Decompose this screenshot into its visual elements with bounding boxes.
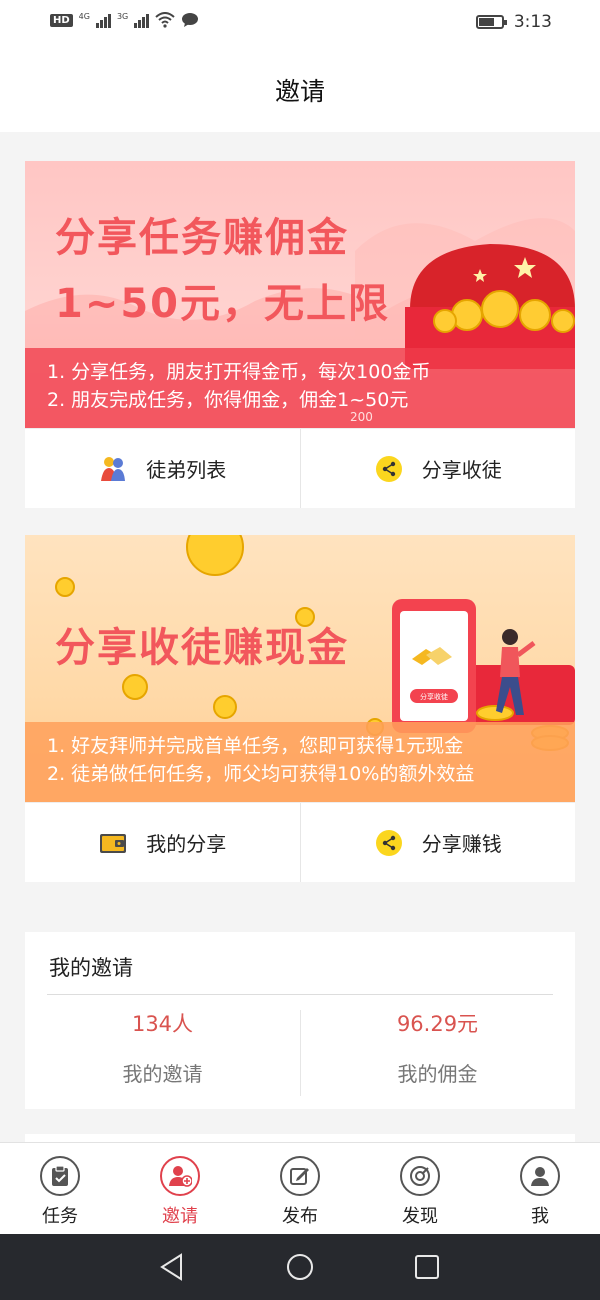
page-header: 邀请 — [0, 46, 600, 132]
tab-publish[interactable]: 发布 — [240, 1143, 360, 1234]
banner1-title-line1: 分享任务赚佣金 — [55, 215, 349, 261]
wifi-icon — [155, 12, 175, 28]
card2-actions: 我的分享 分享赚钱 — [25, 802, 575, 882]
back-button[interactable] — [157, 1252, 187, 1282]
share-recruit-label: 分享收徒 — [421, 458, 502, 482]
home-button[interactable] — [285, 1252, 315, 1282]
signal-icon — [95, 12, 111, 28]
disciple-list-button[interactable]: 徒弟列表 — [25, 429, 300, 508]
share-icon — [374, 454, 404, 484]
compass-icon — [400, 1156, 440, 1196]
my-invites-title: 我的邀请 — [49, 956, 133, 980]
my-shares-label: 我的分享 — [146, 832, 227, 856]
invite-count-value: 134人 — [131, 1012, 194, 1036]
banner2-rules: 1. 好友拜师并完成首单任务，您即可获得1元现金 2. 徒弟做任何任务，师父均可… — [25, 722, 575, 802]
user-icon — [520, 1156, 560, 1196]
status-right: 3:13 — [475, 12, 552, 32]
bottom-tab-bar: 任务 邀请 发布 发现 我 — [0, 1142, 600, 1234]
tab-tasks[interactable]: 任务 — [0, 1143, 120, 1234]
tab-invite-label: 邀请 — [162, 1206, 198, 1227]
network-type-1: 4G — [78, 12, 90, 21]
divider — [47, 994, 553, 995]
banner1-title-line2: 1~50元，无上限 — [55, 281, 391, 327]
clock: 3:13 — [513, 12, 552, 32]
status-left: HD 4G 3G — [50, 12, 199, 28]
tab-publish-label: 发布 — [282, 1206, 318, 1227]
share-recruit-button[interactable]: 分享收徒 — [299, 429, 576, 508]
commission-label: 我的佣金 — [397, 1062, 478, 1086]
invite-count-stat[interactable]: 134人 我的邀请 — [25, 996, 300, 1108]
battery-icon — [475, 15, 507, 29]
banner2-title: 分享收徒赚现金 — [55, 625, 349, 671]
recruit-cash-banner[interactable]: 分享收徒赚现金 分享收徒 1. 好友拜师并完成首单任务，您即可获得1元现金 2.… — [25, 535, 575, 802]
home-icon — [287, 1254, 313, 1280]
back-icon — [160, 1253, 182, 1281]
network-type-2: 3G — [116, 12, 129, 21]
share-task-card: 分享任务赚佣金 1~50元，无上限 1. 分享任务，朋友打开得金币，每次100金… — [25, 161, 575, 508]
invite-count-label: 我的邀请 — [122, 1062, 203, 1086]
card1-actions: 徒弟列表 分享收徒 — [25, 428, 575, 508]
hd-badge: HD — [50, 13, 73, 27]
disciples-icon — [98, 454, 128, 484]
recruit-cash-card: 分享收徒赚现金 分享收徒 1. 好友拜师并完成首单任务，您即可获得1元现金 2.… — [25, 535, 575, 882]
my-shares-button[interactable]: 我的分享 — [25, 803, 300, 882]
banner1-rules: 1. 分享任务，朋友打开得金币，每次100金币 2. 朋友完成任务，你得佣金，佣… — [25, 348, 575, 428]
banner1-rule-2: 2. 朋友完成任务，你得佣金，佣金1~50元 — [47, 389, 409, 411]
banner2-rule-1: 1. 好友拜师并完成首单任务，您即可获得1元现金 — [47, 735, 464, 757]
share-earn-label: 分享赚钱 — [421, 832, 502, 856]
commission-stat[interactable]: 96.29元 我的佣金 — [300, 996, 575, 1108]
tab-me[interactable]: 我 — [480, 1143, 600, 1234]
tab-me-label: 我 — [531, 1206, 549, 1227]
recents-icon — [415, 1255, 439, 1279]
share-task-banner[interactable]: 分享任务赚佣金 1~50元，无上限 1. 分享任务，朋友打开得金币，每次100金… — [25, 161, 575, 428]
wallet-icon — [98, 828, 128, 858]
edit-icon — [280, 1156, 320, 1196]
system-navigation-bar — [0, 1234, 600, 1300]
my-invites-card: 我的邀请 134人 我的邀请 96.29元 我的佣金 — [25, 932, 575, 1109]
disciple-list-label: 徒弟列表 — [146, 458, 227, 482]
share-icon — [374, 828, 404, 858]
coin-label: 200 — [350, 410, 373, 424]
status-bar: HD 4G 3G 3:13 — [0, 0, 600, 46]
tab-invite[interactable]: 邀请 — [120, 1143, 240, 1234]
add-user-icon — [160, 1156, 200, 1196]
recents-button[interactable] — [412, 1252, 442, 1282]
tab-tasks-label: 任务 — [42, 1206, 78, 1227]
phone-label: 分享收徒 — [420, 692, 448, 701]
page-title: 邀请 — [274, 77, 325, 106]
tab-discover[interactable]: 发现 — [360, 1143, 480, 1234]
banner1-rule-1: 1. 分享任务，朋友打开得金币，每次100金币 — [47, 361, 431, 383]
message-icon — [182, 13, 199, 27]
banner2-rule-2: 2. 徒弟做任何任务，师父均可获得10%的额外效益 — [47, 763, 475, 785]
phone-illustration-icon: 分享收徒 — [392, 599, 476, 733]
clipboard-icon — [40, 1156, 80, 1196]
commission-value: 96.29元 — [396, 1012, 479, 1036]
signal-icon-2 — [134, 12, 150, 28]
tab-discover-label: 发现 — [402, 1206, 438, 1227]
share-earn-button[interactable]: 分享赚钱 — [299, 803, 576, 882]
